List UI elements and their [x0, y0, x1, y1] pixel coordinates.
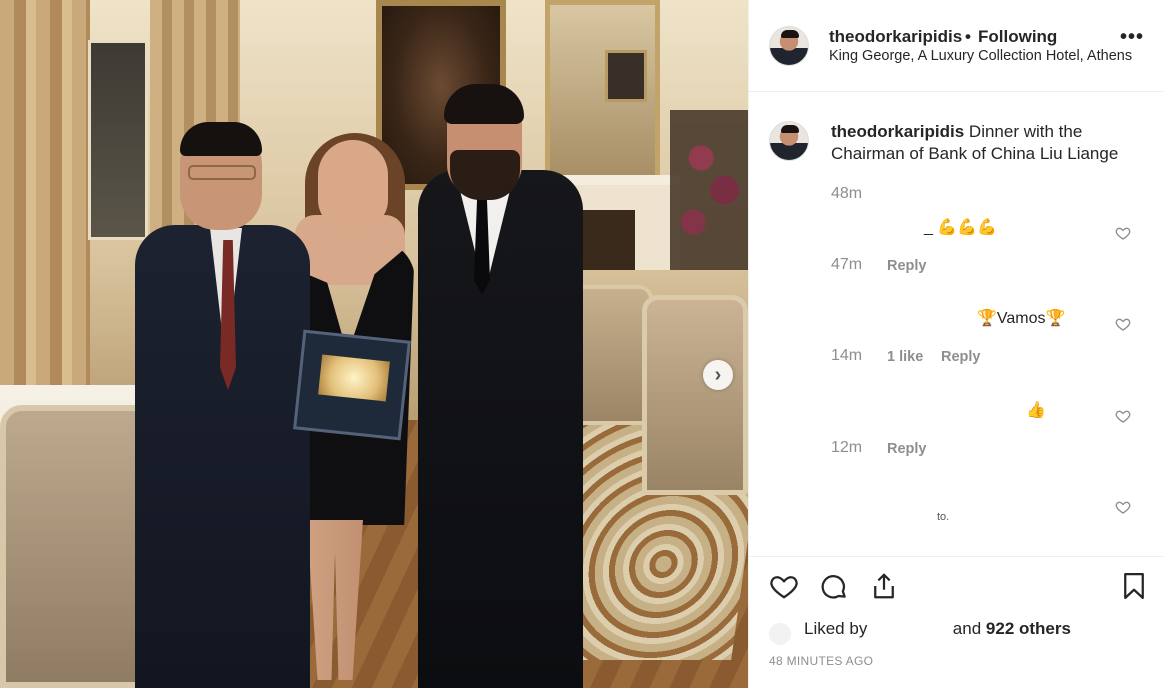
photo-man-right-beard — [450, 150, 520, 200]
heart-icon[interactable] — [769, 571, 799, 601]
share-icon[interactable] — [869, 571, 899, 601]
photo-woman-face — [318, 140, 388, 230]
author-avatar[interactable] — [769, 26, 809, 66]
photo-fireplace-opening — [580, 210, 635, 270]
comment-like-heart-icon[interactable] — [1115, 499, 1131, 515]
author-username[interactable]: theodorkaripidis — [829, 27, 962, 47]
comment-text: _ 💪💪💪 — [924, 219, 998, 236]
comment-reply-button[interactable]: Reply — [887, 441, 927, 457]
post-photo[interactable]: › — [0, 0, 748, 688]
next-photo-button[interactable]: › — [703, 360, 733, 390]
photo-man-left-glasses — [188, 165, 256, 180]
likes-summary: Liked by and 922 others — [804, 619, 1071, 639]
comment-text: to. — [937, 511, 950, 523]
post-actions-bar: Liked by and 922 others 48 MINUTES AGO — [749, 556, 1163, 688]
comment-like-heart-icon[interactable] — [1115, 408, 1131, 424]
photo-small-painting — [605, 50, 647, 102]
more-options-icon[interactable]: ••• — [1120, 27, 1144, 47]
comment-bubble-icon[interactable] — [819, 571, 849, 601]
bookmark-icon[interactable] — [1119, 571, 1149, 601]
comment-reply-button[interactable]: Reply — [941, 349, 981, 365]
photo-man-right-suit — [418, 170, 583, 688]
photo-chair — [642, 295, 748, 495]
comment-like-heart-icon[interactable] — [1115, 225, 1131, 241]
post-sidebar: theodorkaripidis • Following King George… — [748, 0, 1163, 688]
comment-likes-count[interactable]: 1 like — [887, 349, 923, 365]
comment-like-heart-icon[interactable] — [1115, 316, 1131, 332]
separator-dot: • — [965, 27, 971, 46]
liker-avatar[interactable] — [769, 623, 791, 645]
comments-list[interactable]: theodorkaripidis Dinner with the Chairma… — [749, 93, 1163, 555]
liked-by-label: Liked by — [804, 619, 868, 638]
photo-window — [88, 40, 148, 240]
photo-man-left-hair — [180, 122, 262, 156]
comment-reply-button[interactable]: Reply — [887, 258, 927, 274]
likes-count-link[interactable]: 922 others — [986, 619, 1071, 638]
caption-avatar[interactable] — [769, 121, 809, 161]
post-caption: theodorkaripidis Dinner with the Chairma… — [831, 121, 1141, 165]
chevron-right-icon: › — [714, 363, 722, 386]
comment-time[interactable]: 14m — [831, 347, 862, 365]
comment-time[interactable]: 12m — [831, 439, 862, 457]
post-timestamp[interactable]: 48 MINUTES AGO — [769, 654, 873, 668]
photo-award-plaque-face — [318, 354, 390, 402]
caption-username[interactable]: theodorkaripidis — [831, 122, 964, 141]
post-header: theodorkaripidis • Following King George… — [749, 0, 1163, 92]
following-button[interactable]: Following — [978, 27, 1057, 47]
caption-time[interactable]: 48m — [831, 185, 862, 203]
photo-flowers — [670, 110, 748, 270]
comment-text: 👍 — [1026, 402, 1046, 419]
comment-time[interactable]: 47m — [831, 256, 862, 274]
comment-text: 🏆Vamos🏆 — [977, 310, 1066, 327]
liked-and-label: and — [952, 619, 982, 638]
post-location[interactable]: King George, A Luxury Collection Hotel, … — [829, 48, 1132, 64]
